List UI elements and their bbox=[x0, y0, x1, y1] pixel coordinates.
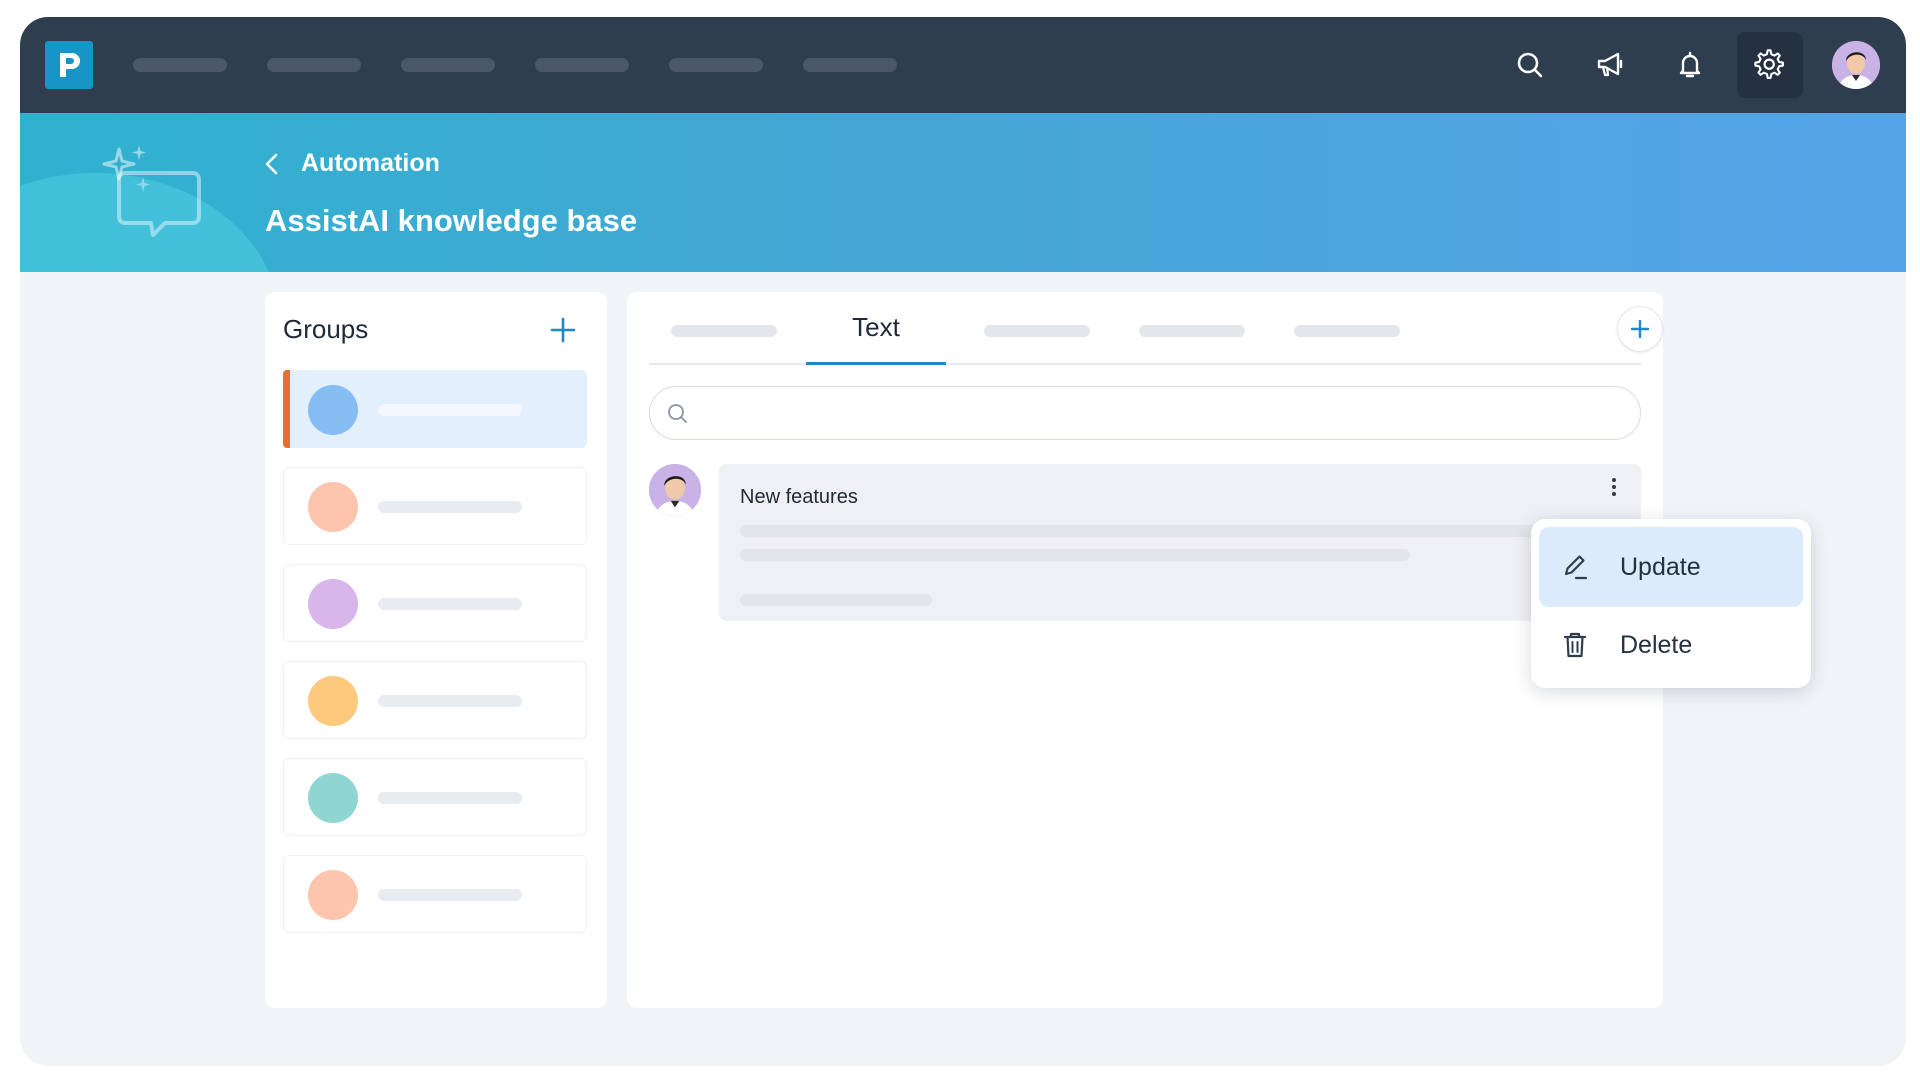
group-name-placeholder bbox=[378, 695, 522, 707]
entry-author-avatar bbox=[649, 464, 701, 516]
gear-icon bbox=[1754, 49, 1784, 79]
content-panel: Text New features bbox=[627, 292, 1663, 1008]
settings-button[interactable] bbox=[1737, 32, 1803, 98]
group-name-placeholder bbox=[378, 792, 522, 804]
avatar-image bbox=[649, 464, 701, 516]
search-field[interactable] bbox=[649, 386, 1641, 440]
group-name-placeholder bbox=[378, 501, 522, 513]
trash-icon bbox=[1561, 631, 1589, 659]
tab-5[interactable] bbox=[1294, 325, 1400, 337]
group-item[interactable] bbox=[283, 564, 587, 642]
announcements-button[interactable] bbox=[1586, 41, 1634, 89]
ai-chat-icon bbox=[102, 145, 201, 237]
group-color-dot bbox=[308, 579, 358, 629]
page-header-banner: Automation AssistAI knowledge base bbox=[20, 113, 1906, 272]
search-input[interactable] bbox=[700, 397, 1620, 429]
group-color-dot bbox=[308, 482, 358, 532]
breadcrumb-automation[interactable]: Automation bbox=[301, 149, 440, 178]
user-avatar[interactable] bbox=[1832, 41, 1880, 89]
kebab-menu-icon bbox=[1612, 478, 1616, 496]
page-title: AssistAI knowledge base bbox=[265, 203, 638, 238]
group-color-dot bbox=[308, 385, 358, 435]
group-item[interactable] bbox=[283, 855, 587, 933]
search-icon bbox=[668, 404, 687, 423]
entry-more-button[interactable] bbox=[1599, 472, 1629, 502]
app-window: Automation AssistAI knowledge base Group… bbox=[20, 17, 1906, 1066]
group-name-placeholder bbox=[378, 598, 522, 610]
search-button[interactable] bbox=[1506, 41, 1554, 89]
avatar-image bbox=[1832, 41, 1880, 89]
entry-meta-line bbox=[740, 594, 932, 606]
nav-item-5[interactable] bbox=[669, 58, 763, 72]
add-group-button[interactable] bbox=[547, 314, 579, 346]
menu-item-delete[interactable]: Delete bbox=[1539, 605, 1803, 685]
pencil-icon bbox=[1561, 553, 1589, 581]
nav-item-2[interactable] bbox=[267, 58, 361, 72]
tab-text[interactable]: Text bbox=[806, 292, 946, 365]
notifications-button[interactable] bbox=[1666, 41, 1714, 89]
menu-item-update[interactable]: Update bbox=[1539, 527, 1803, 607]
logo-icon bbox=[60, 53, 80, 77]
group-item[interactable] bbox=[283, 467, 587, 545]
search-icon bbox=[1517, 52, 1543, 78]
groups-title: Groups bbox=[283, 314, 369, 344]
entry-title: New features bbox=[740, 486, 858, 508]
top-navbar bbox=[20, 17, 1906, 113]
menu-item-delete-label: Delete bbox=[1620, 630, 1693, 659]
tab-3[interactable] bbox=[984, 325, 1090, 337]
group-color-dot bbox=[308, 870, 358, 920]
groups-panel: Groups bbox=[265, 292, 607, 1008]
tab-bar: Text bbox=[649, 292, 1641, 365]
knowledge-entry-card[interactable]: New features bbox=[719, 464, 1641, 621]
entry-text-line bbox=[740, 525, 1540, 537]
tab-1[interactable] bbox=[671, 325, 777, 337]
menu-item-update-label: Update bbox=[1620, 552, 1701, 581]
group-item[interactable] bbox=[283, 758, 587, 836]
entry-context-menu: Update Delete bbox=[1531, 519, 1811, 688]
bell-icon bbox=[1679, 51, 1701, 78]
back-chevron-icon[interactable] bbox=[262, 151, 282, 177]
add-entry-button[interactable] bbox=[1617, 306, 1663, 352]
group-color-dot bbox=[308, 773, 358, 823]
group-name-placeholder bbox=[378, 404, 522, 416]
nav-item-4[interactable] bbox=[535, 58, 629, 72]
group-item[interactable] bbox=[283, 370, 587, 448]
nav-item-3[interactable] bbox=[401, 58, 495, 72]
group-item[interactable] bbox=[283, 661, 587, 739]
megaphone-icon bbox=[1597, 52, 1623, 77]
group-color-dot bbox=[308, 676, 358, 726]
entry-text-line bbox=[740, 549, 1410, 561]
tab-4[interactable] bbox=[1139, 325, 1245, 337]
plus-icon bbox=[1630, 319, 1650, 339]
app-logo[interactable] bbox=[45, 41, 93, 89]
nav-item-1[interactable] bbox=[133, 58, 227, 72]
plus-icon bbox=[550, 317, 576, 343]
group-name-placeholder bbox=[378, 889, 522, 901]
nav-item-6[interactable] bbox=[803, 58, 897, 72]
